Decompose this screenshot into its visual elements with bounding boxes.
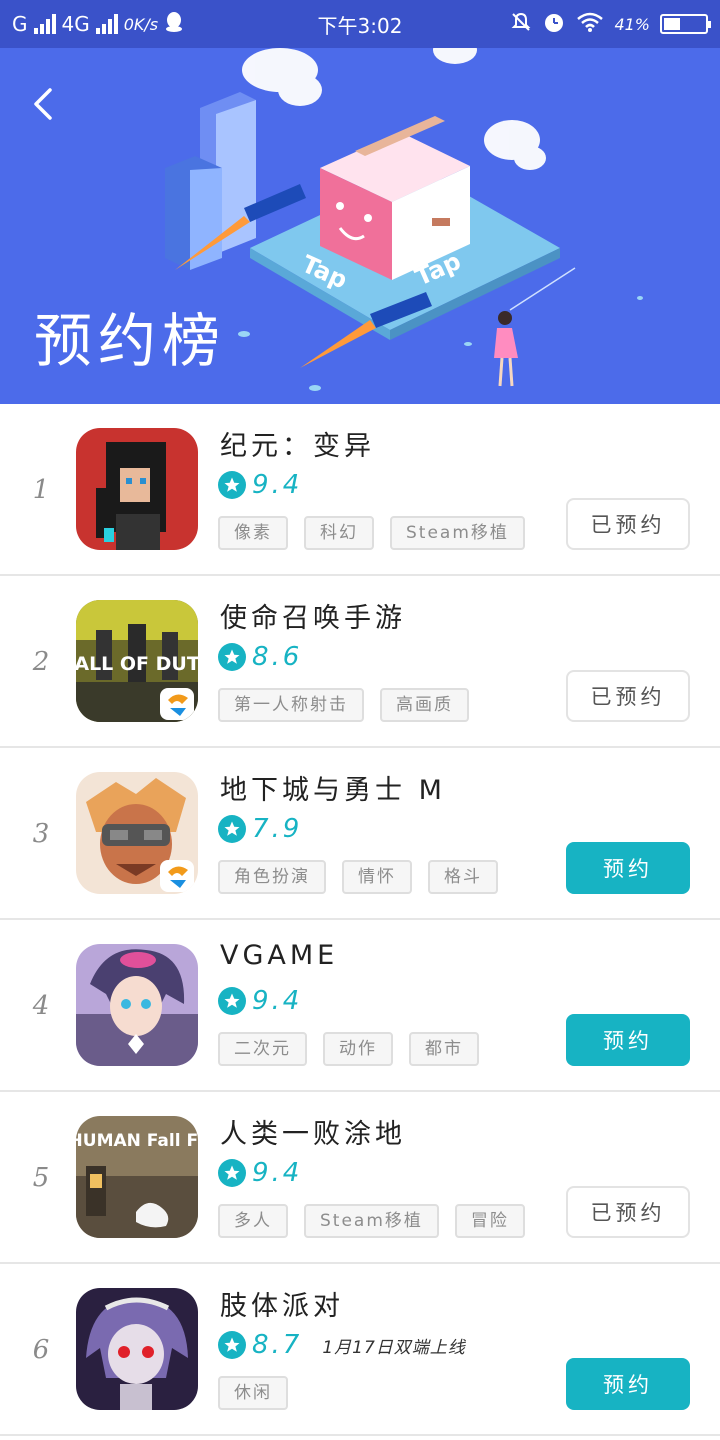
game-name: 纪元：变异 xyxy=(220,431,375,462)
ranking-banner: Tap Tap 预约榜 xyxy=(0,48,720,404)
signal-icon xyxy=(95,14,118,34)
rank-number: 3 xyxy=(32,819,50,849)
list-item[interactable]: 4 VGAME 9.4 二次元 动作 都市 预约 xyxy=(0,920,720,1092)
star-icon xyxy=(218,643,246,671)
game-name: 人类一败涂地 xyxy=(220,1119,406,1150)
qq-icon xyxy=(164,11,184,38)
rank-number: 1 xyxy=(32,475,50,505)
battery-label: 41% xyxy=(614,14,650,34)
game-icon[interactable] xyxy=(76,428,198,550)
rating: 7.9 xyxy=(218,814,302,844)
game-icon[interactable] xyxy=(76,772,198,894)
tag[interactable]: 科幻 xyxy=(304,516,374,550)
ranking-list: 1 纪元：变异 9.4 像素 科幻 Steam移植 已预约 2 ALL OF D… xyxy=(0,404,720,1436)
battery-icon xyxy=(660,14,711,34)
alarm-icon xyxy=(542,10,566,39)
tag[interactable]: 像素 xyxy=(218,516,288,550)
star-icon xyxy=(218,815,246,843)
rank-number: 4 xyxy=(32,991,50,1021)
rating: 8.7 1月17日双端上线 xyxy=(218,1330,466,1360)
list-item[interactable]: 3 地下城与勇士 M 7.9 角色扮演 情怀 格斗 预约 xyxy=(0,748,720,920)
star-icon xyxy=(218,987,246,1015)
star-icon xyxy=(218,1159,246,1187)
tag[interactable]: 角色扮演 xyxy=(218,860,326,894)
tag-list: 二次元 动作 都市 xyxy=(218,1032,479,1066)
tag[interactable]: Steam移植 xyxy=(390,516,525,550)
tag-list: 休闲 xyxy=(218,1376,288,1410)
rating: 9.4 xyxy=(218,470,302,500)
score: 8.6 xyxy=(252,642,303,672)
rank-number: 5 xyxy=(32,1163,50,1193)
tag-list: 第一人称射击 高画质 xyxy=(218,688,469,722)
tag-list: 多人 Steam移植 冒险 xyxy=(218,1204,525,1238)
chevron-left-icon xyxy=(34,88,52,120)
list-item[interactable]: 2 CALL OF DUTY 使命召唤手游 8.6 第一人称射击 高画质 xyxy=(0,576,720,748)
tag[interactable]: 动作 xyxy=(323,1032,393,1066)
tag[interactable]: 休闲 xyxy=(218,1376,288,1410)
tag[interactable]: Steam移植 xyxy=(304,1204,439,1238)
game-name: 使命召唤手游 xyxy=(220,603,406,634)
speed-label: 0K/s xyxy=(123,14,159,34)
game-name: 地下城与勇士 M xyxy=(220,775,446,806)
network-label: 4G xyxy=(61,12,90,36)
release-note: 1月17日双端上线 xyxy=(322,1337,466,1358)
rank-number: 6 xyxy=(32,1335,50,1365)
tag[interactable]: 二次元 xyxy=(218,1032,307,1066)
status-bar: G 4G 0K/s 下午3:02 41% xyxy=(0,0,720,48)
icon-text: CALL OF DUTY xyxy=(76,653,198,675)
wifi-icon xyxy=(576,11,604,38)
game-icon[interactable] xyxy=(76,1288,198,1410)
booked-button[interactable]: 已预约 xyxy=(566,670,690,722)
score: 9.4 xyxy=(252,1158,303,1188)
rating: 9.4 xyxy=(218,986,302,1016)
tag-list: 角色扮演 情怀 格斗 xyxy=(218,860,498,894)
tag[interactable]: 冒险 xyxy=(454,1204,525,1238)
back-button[interactable] xyxy=(26,84,66,124)
rating: 9.4 xyxy=(218,1158,302,1188)
game-icon[interactable] xyxy=(76,944,198,1066)
game-icon[interactable]: HUMAN Fall Flat xyxy=(76,1116,198,1238)
page-title: 预约榜 xyxy=(34,307,227,375)
tag-list: 像素 科幻 Steam移植 xyxy=(218,516,525,550)
tag[interactable]: 第一人称射击 xyxy=(218,688,364,722)
icon-text: HUMAN Fall Flat xyxy=(76,1131,198,1151)
score: 9.4 xyxy=(252,470,303,500)
signal-icon xyxy=(33,14,56,34)
list-item[interactable]: 1 纪元：变异 9.4 像素 科幻 Steam移植 已预约 xyxy=(0,404,720,576)
reserve-button[interactable]: 预约 xyxy=(566,1358,690,1410)
tag[interactable]: 情怀 xyxy=(342,860,412,894)
star-icon xyxy=(218,1331,246,1359)
reserve-button[interactable]: 预约 xyxy=(566,842,690,894)
booked-button[interactable]: 已预约 xyxy=(566,1186,690,1238)
rank-number: 2 xyxy=(32,647,50,677)
mute-icon xyxy=(510,11,532,38)
score: 9.4 xyxy=(252,986,303,1016)
score: 8.7 xyxy=(252,1330,303,1360)
star-icon xyxy=(218,471,246,499)
list-item[interactable]: 5 HUMAN Fall Flat 人类一败涂地 9.4 多人 Steam移植 … xyxy=(0,1092,720,1264)
booked-button[interactable]: 已预约 xyxy=(566,498,690,550)
game-icon[interactable]: CALL OF DUTY xyxy=(76,600,198,722)
tag[interactable]: 高画质 xyxy=(380,688,469,722)
tag[interactable]: 都市 xyxy=(409,1032,479,1066)
game-name: VGAME xyxy=(220,940,339,971)
score: 7.9 xyxy=(252,814,303,844)
tag[interactable]: 多人 xyxy=(218,1204,288,1238)
carrier-label: G xyxy=(12,12,28,36)
rating: 8.6 xyxy=(218,642,302,672)
list-item[interactable]: 6 肢体派对 8.7 1月17日双端上线 休闲 预约 xyxy=(0,1264,720,1436)
game-name: 肢体派对 xyxy=(220,1291,344,1322)
reserve-button[interactable]: 预约 xyxy=(566,1014,690,1066)
tag[interactable]: 格斗 xyxy=(428,860,498,894)
